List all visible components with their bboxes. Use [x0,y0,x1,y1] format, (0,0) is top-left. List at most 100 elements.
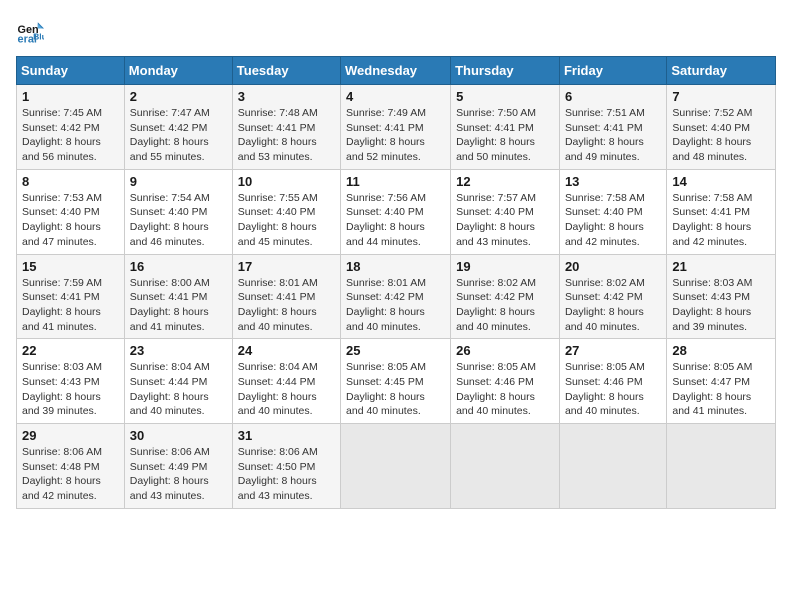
day-info: Sunrise: 7:53 AMSunset: 4:40 PMDaylight:… [22,192,102,248]
calendar-cell: 11 Sunrise: 7:56 AMSunset: 4:40 PMDaylig… [341,169,451,254]
calendar-cell: 28 Sunrise: 8:05 AMSunset: 4:47 PMDaylig… [667,339,776,424]
day-info: Sunrise: 8:02 AMSunset: 4:42 PMDaylight:… [456,277,536,333]
day-info: Sunrise: 7:51 AMSunset: 4:41 PMDaylight:… [565,107,645,163]
day-info: Sunrise: 7:52 AMSunset: 4:40 PMDaylight:… [672,107,752,163]
calendar-cell: 4 Sunrise: 7:49 AMSunset: 4:41 PMDayligh… [341,85,451,170]
calendar-cell: 7 Sunrise: 7:52 AMSunset: 4:40 PMDayligh… [667,85,776,170]
calendar-cell: 2 Sunrise: 7:47 AMSunset: 4:42 PMDayligh… [124,85,232,170]
day-number: 29 [22,428,119,443]
header-friday: Friday [559,57,666,85]
day-number: 27 [565,343,661,358]
header-saturday: Saturday [667,57,776,85]
calendar-cell: 24 Sunrise: 8:04 AMSunset: 4:44 PMDaylig… [232,339,340,424]
week-row-2: 8 Sunrise: 7:53 AMSunset: 4:40 PMDayligh… [17,169,776,254]
day-number: 1 [22,89,119,104]
calendar-table: SundayMondayTuesdayWednesdayThursdayFrid… [16,56,776,509]
day-number: 19 [456,259,554,274]
calendar-cell: 5 Sunrise: 7:50 AMSunset: 4:41 PMDayligh… [451,85,560,170]
calendar-cell: 21 Sunrise: 8:03 AMSunset: 4:43 PMDaylig… [667,254,776,339]
day-info: Sunrise: 7:45 AMSunset: 4:42 PMDaylight:… [22,107,102,163]
day-number: 10 [238,174,335,189]
day-number: 9 [130,174,227,189]
page-header: Gen eral Blue [16,16,776,44]
calendar-cell: 18 Sunrise: 8:01 AMSunset: 4:42 PMDaylig… [341,254,451,339]
logo-icon: Gen eral Blue [16,16,44,44]
header-thursday: Thursday [451,57,560,85]
day-info: Sunrise: 7:58 AMSunset: 4:41 PMDaylight:… [672,192,752,248]
calendar-cell [341,424,451,509]
day-number: 6 [565,89,661,104]
header-tuesday: Tuesday [232,57,340,85]
day-number: 16 [130,259,227,274]
day-number: 24 [238,343,335,358]
calendar-cell: 17 Sunrise: 8:01 AMSunset: 4:41 PMDaylig… [232,254,340,339]
day-number: 12 [456,174,554,189]
day-info: Sunrise: 8:06 AMSunset: 4:49 PMDaylight:… [130,446,210,502]
day-number: 15 [22,259,119,274]
day-info: Sunrise: 8:04 AMSunset: 4:44 PMDaylight:… [238,361,318,417]
calendar-cell: 16 Sunrise: 8:00 AMSunset: 4:41 PMDaylig… [124,254,232,339]
day-number: 4 [346,89,445,104]
header-wednesday: Wednesday [341,57,451,85]
day-info: Sunrise: 8:05 AMSunset: 4:47 PMDaylight:… [672,361,752,417]
day-info: Sunrise: 7:49 AMSunset: 4:41 PMDaylight:… [346,107,426,163]
day-number: 14 [672,174,770,189]
day-number: 3 [238,89,335,104]
day-number: 23 [130,343,227,358]
day-number: 13 [565,174,661,189]
header-sunday: Sunday [17,57,125,85]
day-info: Sunrise: 7:57 AMSunset: 4:40 PMDaylight:… [456,192,536,248]
svg-text:Blue: Blue [33,31,44,41]
day-number: 20 [565,259,661,274]
calendar-cell: 6 Sunrise: 7:51 AMSunset: 4:41 PMDayligh… [559,85,666,170]
day-info: Sunrise: 7:56 AMSunset: 4:40 PMDaylight:… [346,192,426,248]
calendar-cell: 23 Sunrise: 8:04 AMSunset: 4:44 PMDaylig… [124,339,232,424]
calendar-cell: 27 Sunrise: 8:05 AMSunset: 4:46 PMDaylig… [559,339,666,424]
day-number: 11 [346,174,445,189]
calendar-cell: 15 Sunrise: 7:59 AMSunset: 4:41 PMDaylig… [17,254,125,339]
calendar-cell: 20 Sunrise: 8:02 AMSunset: 4:42 PMDaylig… [559,254,666,339]
calendar-cell: 10 Sunrise: 7:55 AMSunset: 4:40 PMDaylig… [232,169,340,254]
day-info: Sunrise: 7:58 AMSunset: 4:40 PMDaylight:… [565,192,645,248]
day-info: Sunrise: 7:54 AMSunset: 4:40 PMDaylight:… [130,192,210,248]
day-number: 31 [238,428,335,443]
calendar-cell: 26 Sunrise: 8:05 AMSunset: 4:46 PMDaylig… [451,339,560,424]
week-row-4: 22 Sunrise: 8:03 AMSunset: 4:43 PMDaylig… [17,339,776,424]
calendar-cell: 19 Sunrise: 8:02 AMSunset: 4:42 PMDaylig… [451,254,560,339]
header-monday: Monday [124,57,232,85]
calendar-cell: 3 Sunrise: 7:48 AMSunset: 4:41 PMDayligh… [232,85,340,170]
day-number: 25 [346,343,445,358]
day-info: Sunrise: 7:55 AMSunset: 4:40 PMDaylight:… [238,192,318,248]
calendar-cell: 31 Sunrise: 8:06 AMSunset: 4:50 PMDaylig… [232,424,340,509]
calendar-cell: 12 Sunrise: 7:57 AMSunset: 4:40 PMDaylig… [451,169,560,254]
week-row-5: 29 Sunrise: 8:06 AMSunset: 4:48 PMDaylig… [17,424,776,509]
week-row-1: 1 Sunrise: 7:45 AMSunset: 4:42 PMDayligh… [17,85,776,170]
calendar-header-row: SundayMondayTuesdayWednesdayThursdayFrid… [17,57,776,85]
calendar-cell: 13 Sunrise: 7:58 AMSunset: 4:40 PMDaylig… [559,169,666,254]
calendar-cell: 9 Sunrise: 7:54 AMSunset: 4:40 PMDayligh… [124,169,232,254]
day-info: Sunrise: 8:06 AMSunset: 4:48 PMDaylight:… [22,446,102,502]
calendar-cell: 1 Sunrise: 7:45 AMSunset: 4:42 PMDayligh… [17,85,125,170]
day-number: 22 [22,343,119,358]
calendar-cell [451,424,560,509]
day-number: 26 [456,343,554,358]
day-number: 28 [672,343,770,358]
day-info: Sunrise: 8:05 AMSunset: 4:45 PMDaylight:… [346,361,426,417]
day-info: Sunrise: 7:50 AMSunset: 4:41 PMDaylight:… [456,107,536,163]
calendar-cell: 29 Sunrise: 8:06 AMSunset: 4:48 PMDaylig… [17,424,125,509]
day-info: Sunrise: 8:05 AMSunset: 4:46 PMDaylight:… [456,361,536,417]
day-number: 8 [22,174,119,189]
day-info: Sunrise: 8:03 AMSunset: 4:43 PMDaylight:… [672,277,752,333]
day-info: Sunrise: 8:03 AMSunset: 4:43 PMDaylight:… [22,361,102,417]
day-info: Sunrise: 7:59 AMSunset: 4:41 PMDaylight:… [22,277,102,333]
day-number: 21 [672,259,770,274]
day-info: Sunrise: 7:48 AMSunset: 4:41 PMDaylight:… [238,107,318,163]
day-info: Sunrise: 8:06 AMSunset: 4:50 PMDaylight:… [238,446,318,502]
calendar-cell [667,424,776,509]
day-info: Sunrise: 8:01 AMSunset: 4:41 PMDaylight:… [238,277,318,333]
calendar-cell: 14 Sunrise: 7:58 AMSunset: 4:41 PMDaylig… [667,169,776,254]
day-info: Sunrise: 8:04 AMSunset: 4:44 PMDaylight:… [130,361,210,417]
calendar-cell: 25 Sunrise: 8:05 AMSunset: 4:45 PMDaylig… [341,339,451,424]
week-row-3: 15 Sunrise: 7:59 AMSunset: 4:41 PMDaylig… [17,254,776,339]
calendar-cell: 22 Sunrise: 8:03 AMSunset: 4:43 PMDaylig… [17,339,125,424]
